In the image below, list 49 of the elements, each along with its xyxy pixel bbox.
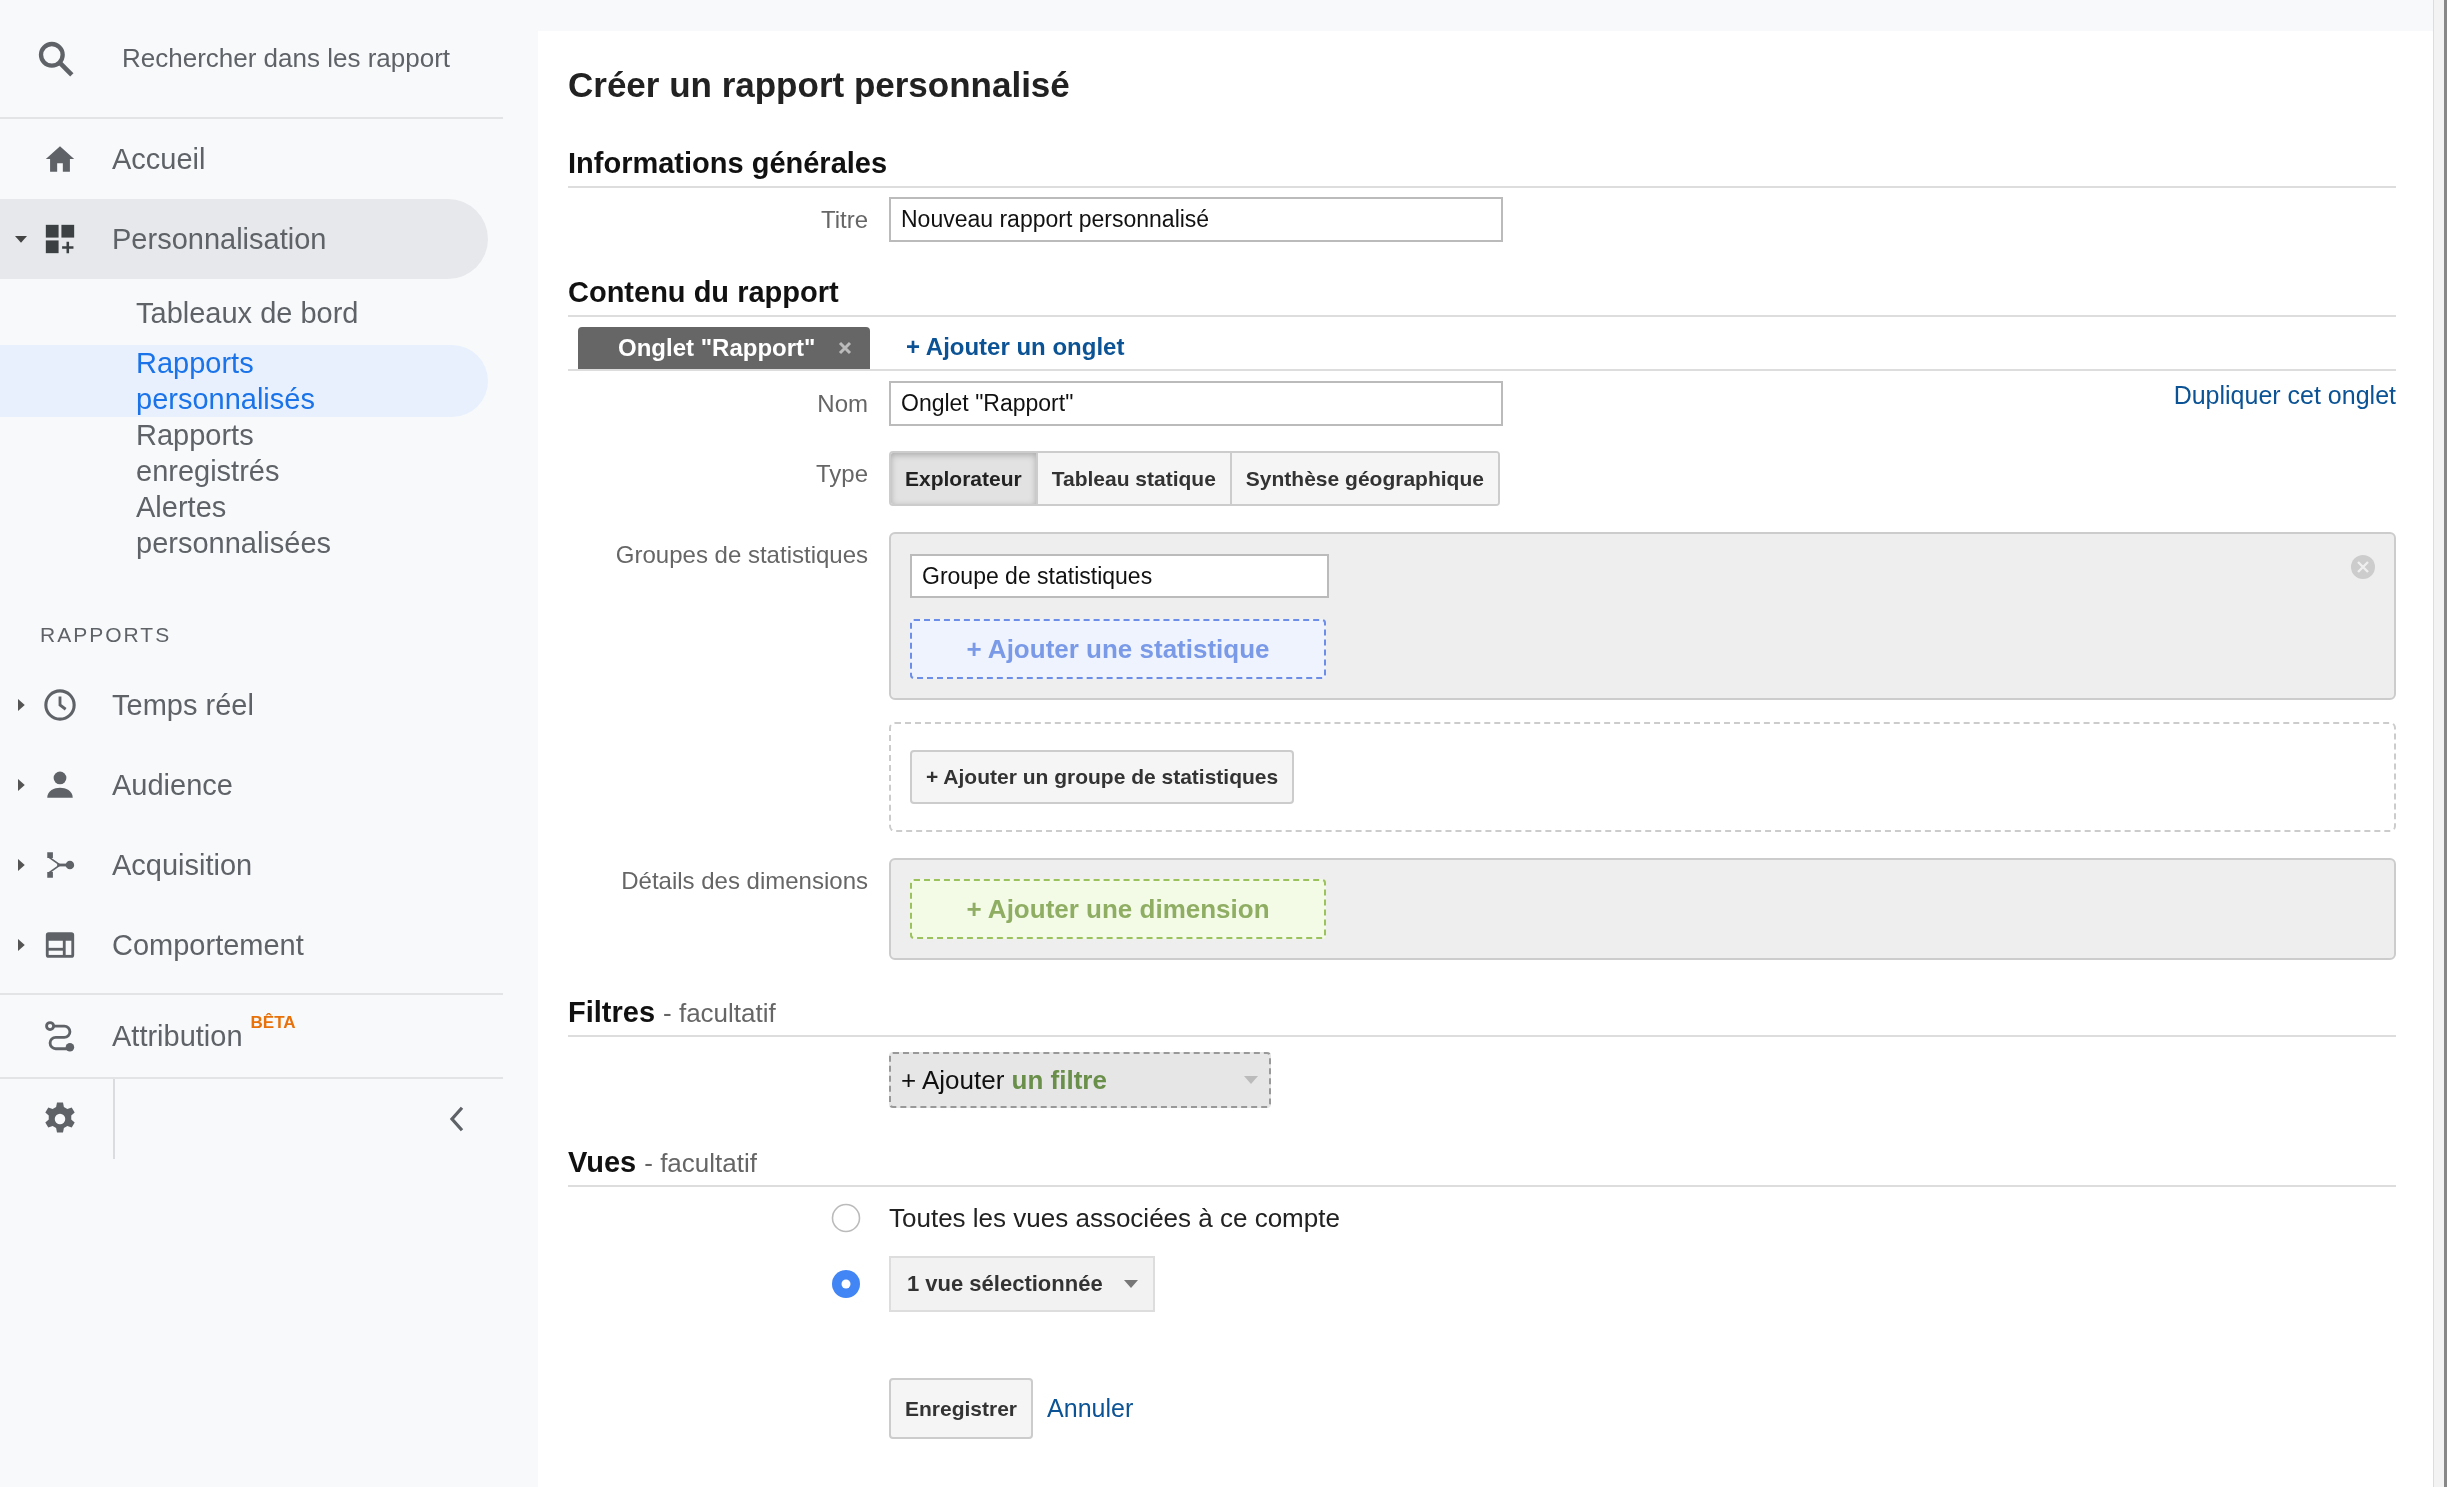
page-title: Créer un rapport personnalisé xyxy=(568,65,1071,105)
nav-item[interactable]: Audience xyxy=(0,745,505,825)
beta-label: BÊTA xyxy=(250,1013,296,1033)
filter-dropdown[interactable]: + Ajouter un filtre xyxy=(889,1052,1271,1108)
nav-item[interactable]: Attribution BÊTA xyxy=(0,995,505,1077)
type-toggle[interactable]: Synthèse géographique xyxy=(1229,453,1498,504)
save-button[interactable]: Enregistrer xyxy=(889,1378,1034,1439)
nav-subitem[interactable]: Rapports enregistrés xyxy=(0,417,488,489)
nav-subitem[interactable]: Tableaux de bord xyxy=(0,295,488,345)
section-label: RAPPORTS xyxy=(40,623,173,647)
optional-note: - facultatif xyxy=(663,998,776,1029)
route-icon xyxy=(43,1019,77,1053)
type-toggle[interactable]: Explorateur xyxy=(891,453,1036,504)
optional-note: - facultatif xyxy=(644,1148,757,1179)
add-group-button[interactable]: + Ajouter un groupe de statistiques xyxy=(910,750,1295,804)
caret-icon xyxy=(1243,1075,1259,1085)
caret-icon xyxy=(1122,1279,1139,1289)
section-heading: Informations générales xyxy=(568,147,888,180)
radio-button[interactable] xyxy=(831,1269,861,1299)
field-label: Titre xyxy=(819,205,868,234)
nav-item[interactable]: Temps réel xyxy=(0,665,505,745)
nav-item[interactable]: Acquisition xyxy=(0,825,505,905)
title-field[interactable]: Nouveau rapport personnalisé xyxy=(889,197,1503,242)
field-label: Groupes de statistiques xyxy=(614,540,868,569)
section-heading: Filtres xyxy=(568,996,656,1029)
nav-item[interactable]: Personnalisation xyxy=(0,199,488,279)
name-field[interactable]: Onglet "Rapport" xyxy=(889,381,1503,426)
field-label: Nom xyxy=(816,389,868,418)
duplicate-tab-link[interactable]: Dupliquer cet onglet xyxy=(2173,381,2396,410)
type-toggle[interactable]: Tableau statique xyxy=(1035,453,1230,504)
section-heading: Contenu du rapport xyxy=(568,276,839,309)
field-label: Détails des dimensions xyxy=(620,866,868,895)
field-label: Type xyxy=(814,459,868,488)
section-heading: Vues xyxy=(568,1146,637,1179)
radio-button[interactable] xyxy=(831,1202,861,1233)
report-tab[interactable]: Onglet "Rapport" xyxy=(578,327,870,369)
view-dropdown[interactable]: 1 vue sélectionnée xyxy=(889,1256,1155,1312)
radio-label: Toutes les vues associées à ce compte xyxy=(889,1202,1341,1234)
add-tab-link[interactable]: + Ajouter un onglet xyxy=(906,333,1125,361)
nav-subitem[interactable]: Rapports personnalisés xyxy=(0,345,488,417)
dashboard-icon xyxy=(43,222,77,256)
group-name-field[interactable]: Groupe de statistiques xyxy=(910,554,1329,598)
cancel-link[interactable]: Annuler xyxy=(1047,1394,1134,1423)
search-field[interactable]: Rechercher dans les rapport xyxy=(0,0,503,119)
clock-icon xyxy=(43,688,77,722)
nav-item[interactable]: Accueil xyxy=(0,119,505,199)
close-icon[interactable] xyxy=(837,340,854,356)
nav-item[interactable]: Comportement xyxy=(0,905,505,985)
nav-subitem[interactable]: Alertes personnalisées xyxy=(0,489,488,561)
